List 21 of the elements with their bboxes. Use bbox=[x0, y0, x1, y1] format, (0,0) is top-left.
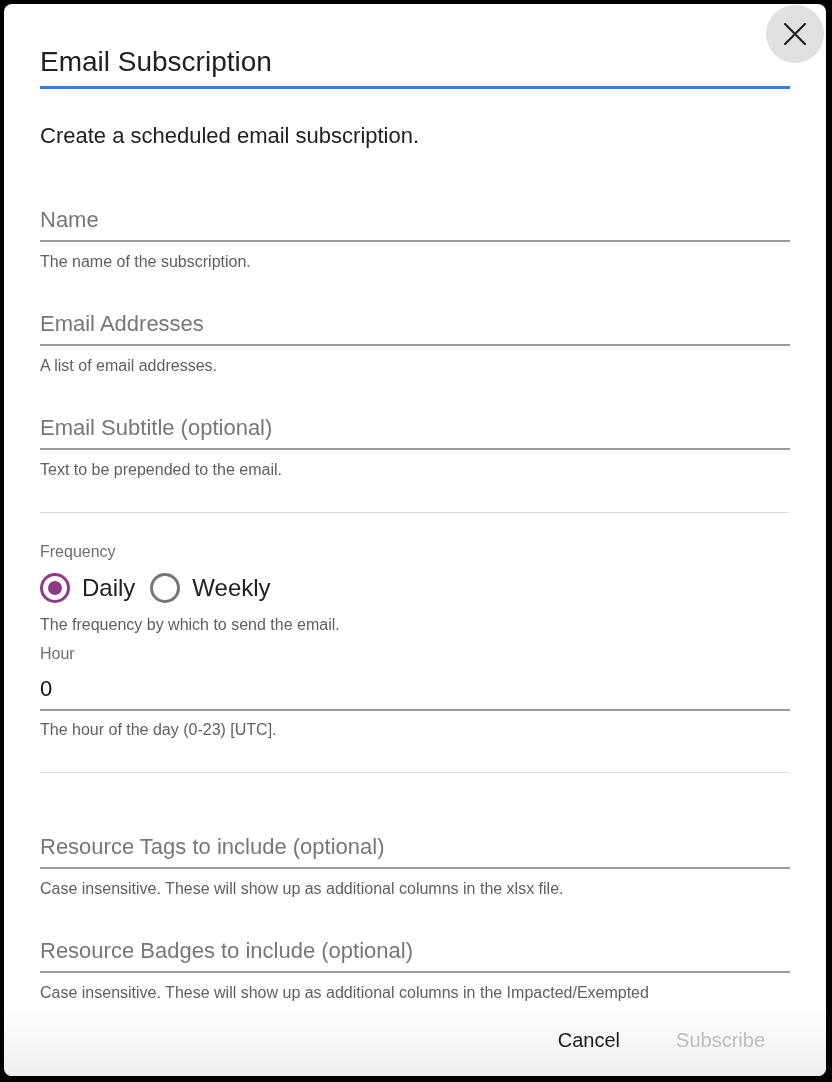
helper-text: Case insensitive. These will show up as additional columns in the Impacted/Exempted bbox=[40, 983, 650, 1003]
field-label: Frequency bbox=[40, 542, 117, 562]
text-field[interactable]: Resource Badges to include (optional) bbox=[40, 931, 790, 973]
close-icon bbox=[784, 23, 806, 45]
helper-text: Case insensitive. These will show up as additional columns in the xlsx file. bbox=[40, 879, 565, 899]
hour-field[interactable]: 0 bbox=[40, 669, 790, 711]
field-label: Hour bbox=[40, 644, 76, 664]
helper-text: Text to be prepended to the email. bbox=[40, 460, 283, 480]
dialog-description: Create a scheduled email subscription. bbox=[40, 123, 421, 149]
radio-option[interactable]: Weekly bbox=[150, 572, 271, 604]
text-field[interactable]: Name bbox=[40, 200, 790, 242]
text-field[interactable]: Email Addresses bbox=[40, 304, 790, 346]
helper-text: The name of the subscription. bbox=[40, 252, 252, 272]
helper-text: The hour of the day (0-23) [UTC]. bbox=[40, 720, 278, 740]
text-field[interactable]: Resource Tags to include (optional) bbox=[40, 827, 790, 869]
radio-option[interactable]: Daily bbox=[40, 572, 136, 604]
helper-text: The frequency by which to send the email. bbox=[40, 615, 341, 635]
helper-text: A list of email addresses. bbox=[40, 356, 218, 376]
dialog-title: Email Subscription bbox=[40, 45, 790, 89]
footer-button[interactable]: Cancel bbox=[545, 1020, 633, 1060]
text-field[interactable]: Email Subtitle (optional) bbox=[40, 408, 790, 450]
